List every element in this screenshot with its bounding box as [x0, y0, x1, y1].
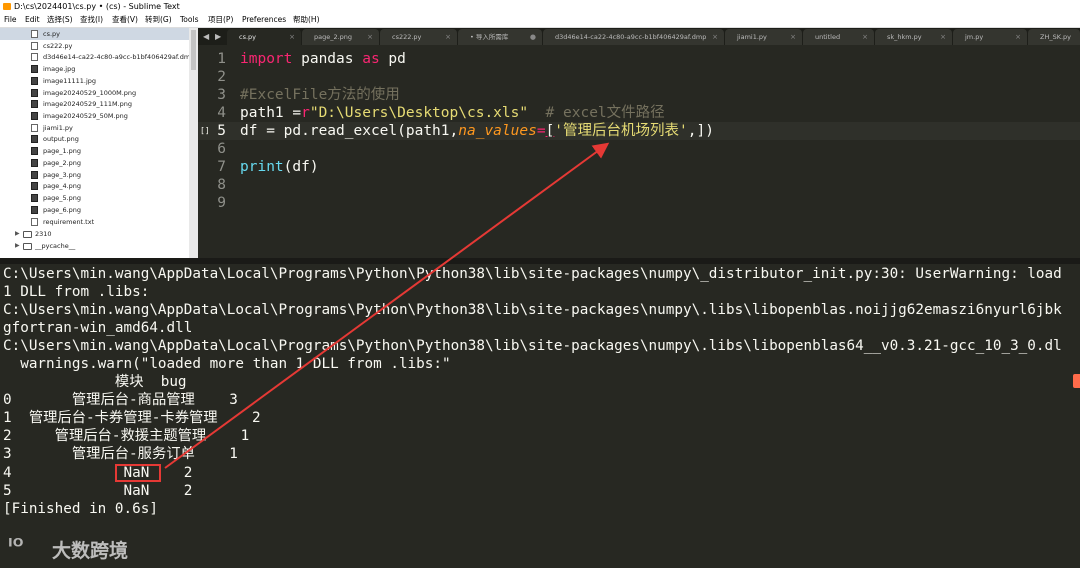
watermark-text: 大数跨境 [52, 540, 129, 562]
annotation-arrow [164, 142, 610, 469]
watermark-logo: ᴵᴼ [8, 534, 24, 558]
side-tag-icon [1073, 374, 1080, 388]
